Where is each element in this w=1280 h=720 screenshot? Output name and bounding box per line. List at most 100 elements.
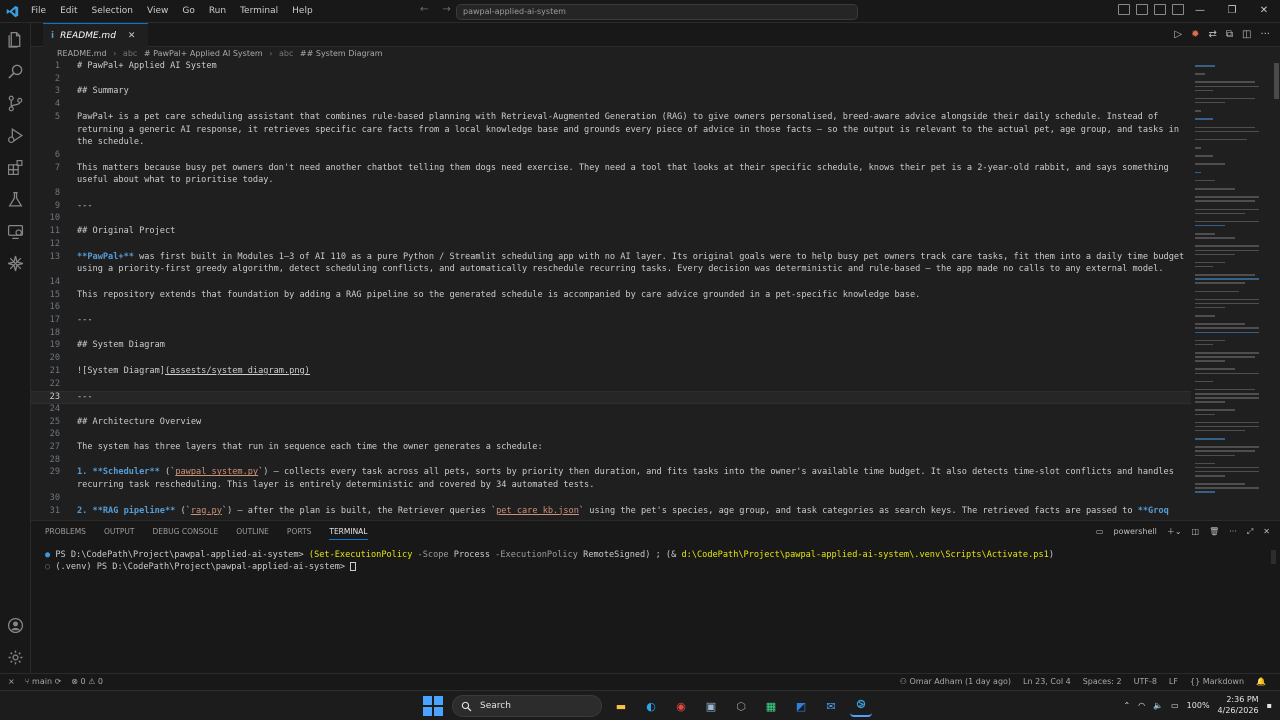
editor-line[interactable]: 20	[31, 353, 1191, 366]
editor-line[interactable]: useful about what to prioritise today.	[31, 175, 1191, 188]
sync-icon[interactable]: ⟳	[55, 677, 62, 686]
terminal-scrollbar[interactable]	[1271, 550, 1276, 564]
back-arrow-icon[interactable]: ←	[420, 4, 428, 15]
toggle-primary-sidebar-icon[interactable]	[1118, 4, 1130, 15]
tab-readme[interactable]: i README.md ✕	[43, 23, 148, 47]
cursor-position[interactable]: Ln 23, Col 4	[1023, 677, 1071, 686]
git-blame[interactable]: ⚇ Omar Adham (1 day ago)	[900, 677, 1011, 686]
chrome-browser-icon[interactable]: ◉	[670, 695, 692, 717]
store-icon[interactable]: ▣	[700, 695, 722, 717]
menu-item-file[interactable]: File	[24, 6, 53, 16]
branch-indicator[interactable]: ⑂ main ⟳	[25, 677, 62, 686]
clock[interactable]: 2:36 PM 4/26/2026	[1218, 694, 1259, 716]
editor-line[interactable]: 29 1. **Scheduler** (`pawpal_system.py`) …	[31, 467, 1191, 480]
run-debug-icon[interactable]	[7, 127, 24, 144]
customize-layout-icon[interactable]	[1172, 4, 1184, 15]
editor-line[interactable]: 9 ---	[31, 201, 1191, 214]
copilot-icon[interactable]	[7, 255, 24, 272]
editor-line[interactable]: 7 This matters because busy pet owners do…	[31, 163, 1191, 176]
testing-icon[interactable]	[7, 191, 24, 208]
copilot-action-icon[interactable]: ✹	[1191, 29, 1199, 40]
manage-gear-icon[interactable]	[7, 649, 24, 666]
scrollbar-thumb[interactable]	[1274, 63, 1279, 99]
accounts-icon[interactable]	[7, 617, 24, 634]
editor-line[interactable]: 12	[31, 239, 1191, 252]
more-actions-icon[interactable]: ···	[1260, 29, 1270, 40]
editor-line[interactable]: 16	[31, 302, 1191, 315]
menu-item-terminal[interactable]: Terminal	[233, 6, 285, 16]
encoding[interactable]: UTF-8	[1134, 677, 1157, 686]
open-preview-icon[interactable]: ⧉	[1226, 29, 1233, 40]
search-icon[interactable]	[7, 63, 24, 80]
more-actions-icon[interactable]: ···	[1229, 527, 1237, 536]
split-terminal-icon[interactable]: ◫	[1192, 527, 1200, 536]
editor-line[interactable]: 1 # PawPal+ Applied AI System	[31, 61, 1191, 74]
restore-icon[interactable]: ❐	[1216, 0, 1248, 23]
forward-arrow-icon[interactable]: →	[442, 4, 450, 15]
toggle-secondary-sidebar-icon[interactable]	[1154, 4, 1166, 15]
editor-line[interactable]: the schedule.	[31, 137, 1191, 150]
connect-app-icon[interactable]: ✉	[820, 695, 842, 717]
run-icon[interactable]: ▷	[1174, 29, 1182, 40]
panel-tab-terminal[interactable]: TERMINAL	[329, 527, 368, 540]
toggle-panel-icon[interactable]	[1136, 4, 1148, 15]
extensions-icon[interactable]	[7, 159, 24, 176]
notifications-bell-icon[interactable]: 🔔	[1256, 677, 1266, 686]
menu-item-selection[interactable]: Selection	[85, 6, 140, 16]
edge-browser-icon[interactable]: ◐	[640, 695, 662, 717]
editor-line[interactable]: 13 **PawPal+** was first built in Modules…	[31, 252, 1191, 265]
remote-explorer-icon[interactable]	[7, 223, 24, 240]
split-editor-icon[interactable]: ◫	[1242, 29, 1251, 40]
new-terminal-icon[interactable]: ＋⌄	[1167, 526, 1182, 537]
panel-tab-outline[interactable]: OUTLINE	[236, 527, 269, 540]
minimize-icon[interactable]: —	[1184, 0, 1216, 23]
speaker-icon[interactable]: 🔈	[1153, 701, 1163, 710]
editor-line[interactable]: 4	[31, 99, 1191, 112]
source-control-icon[interactable]	[7, 95, 24, 112]
open-changes-icon[interactable]: ⇄	[1208, 29, 1216, 40]
app-icon[interactable]: ⬡	[730, 695, 752, 717]
editor-scrollbar[interactable]	[1273, 61, 1280, 518]
panel-tab-ports[interactable]: PORTS	[287, 527, 311, 540]
editor-line[interactable]: recurring task rescheduling. This layer …	[31, 480, 1191, 493]
breadcrumb-heading-2[interactable]: ## System Diagram	[300, 49, 383, 58]
end-of-line[interactable]: LF	[1169, 677, 1178, 686]
editor-line[interactable]: 31 2. **RAG pipeline** (`rag.py`) — after…	[31, 506, 1191, 519]
editor-line[interactable]: 3 ## Summary	[31, 86, 1191, 99]
menu-item-view[interactable]: View	[140, 6, 175, 16]
editor-line[interactable]: 23 ---	[31, 391, 1191, 404]
remote-indicator-icon[interactable]: ⨯	[8, 677, 15, 686]
menu-item-edit[interactable]: Edit	[53, 6, 84, 16]
terminal-output[interactable]: ● PS D:\CodePath\Project\pawpal-applied-…	[45, 550, 1054, 574]
editor-line[interactable]: 15 This repository extends that foundatio…	[31, 290, 1191, 303]
command-center-search[interactable]: pawpal-applied-ai-system	[456, 4, 858, 20]
windows-start-icon[interactable]	[422, 695, 444, 717]
editor-line[interactable]: 2	[31, 74, 1191, 87]
panel-tab-problems[interactable]: PROBLEMS	[45, 527, 86, 540]
editor-line[interactable]: 19 ## System Diagram	[31, 340, 1191, 353]
taskbar-search[interactable]: Search	[452, 695, 602, 717]
file-explorer-icon[interactable]: ▬	[610, 695, 632, 717]
close-panel-icon[interactable]: ✕	[1263, 527, 1270, 536]
editor-line[interactable]: returning a generic AI response, it retr…	[31, 125, 1191, 138]
editor-line[interactable]: 8	[31, 188, 1191, 201]
notification-icon[interactable]: ▪	[1267, 701, 1272, 710]
editor-line[interactable]: 27 The system has three layers that run i…	[31, 442, 1191, 455]
breadcrumb-heading-1[interactable]: # PawPal+ Applied AI System	[144, 49, 263, 58]
indentation[interactable]: Spaces: 2	[1083, 677, 1122, 686]
battery-icon[interactable]: ▭	[1171, 701, 1179, 710]
close-window-icon[interactable]: ✕	[1248, 0, 1280, 23]
editor-line[interactable]: 26	[31, 429, 1191, 442]
editor-line[interactable]: 28	[31, 455, 1191, 468]
kill-terminal-icon[interactable]: 🗑	[1209, 527, 1219, 536]
editor-line[interactable]: 11 ## Original Project	[31, 226, 1191, 239]
command-decoration-icon[interactable]: ○	[45, 562, 55, 572]
editor-line[interactable]: 21 ![System Diagram](assests/system_diagr…	[31, 366, 1191, 379]
wifi-icon[interactable]: ◠	[1138, 701, 1145, 710]
editor-line[interactable]: 6	[31, 150, 1191, 163]
editor-line[interactable]: 18	[31, 328, 1191, 341]
editor-line[interactable]: 25 ## Architecture Overview	[31, 417, 1191, 430]
editor-line[interactable]: 24	[31, 404, 1191, 417]
editor-line[interactable]: 5 PawPal+ is a pet care scheduling assist…	[31, 112, 1191, 125]
close-tab-icon[interactable]: ✕	[128, 31, 136, 41]
